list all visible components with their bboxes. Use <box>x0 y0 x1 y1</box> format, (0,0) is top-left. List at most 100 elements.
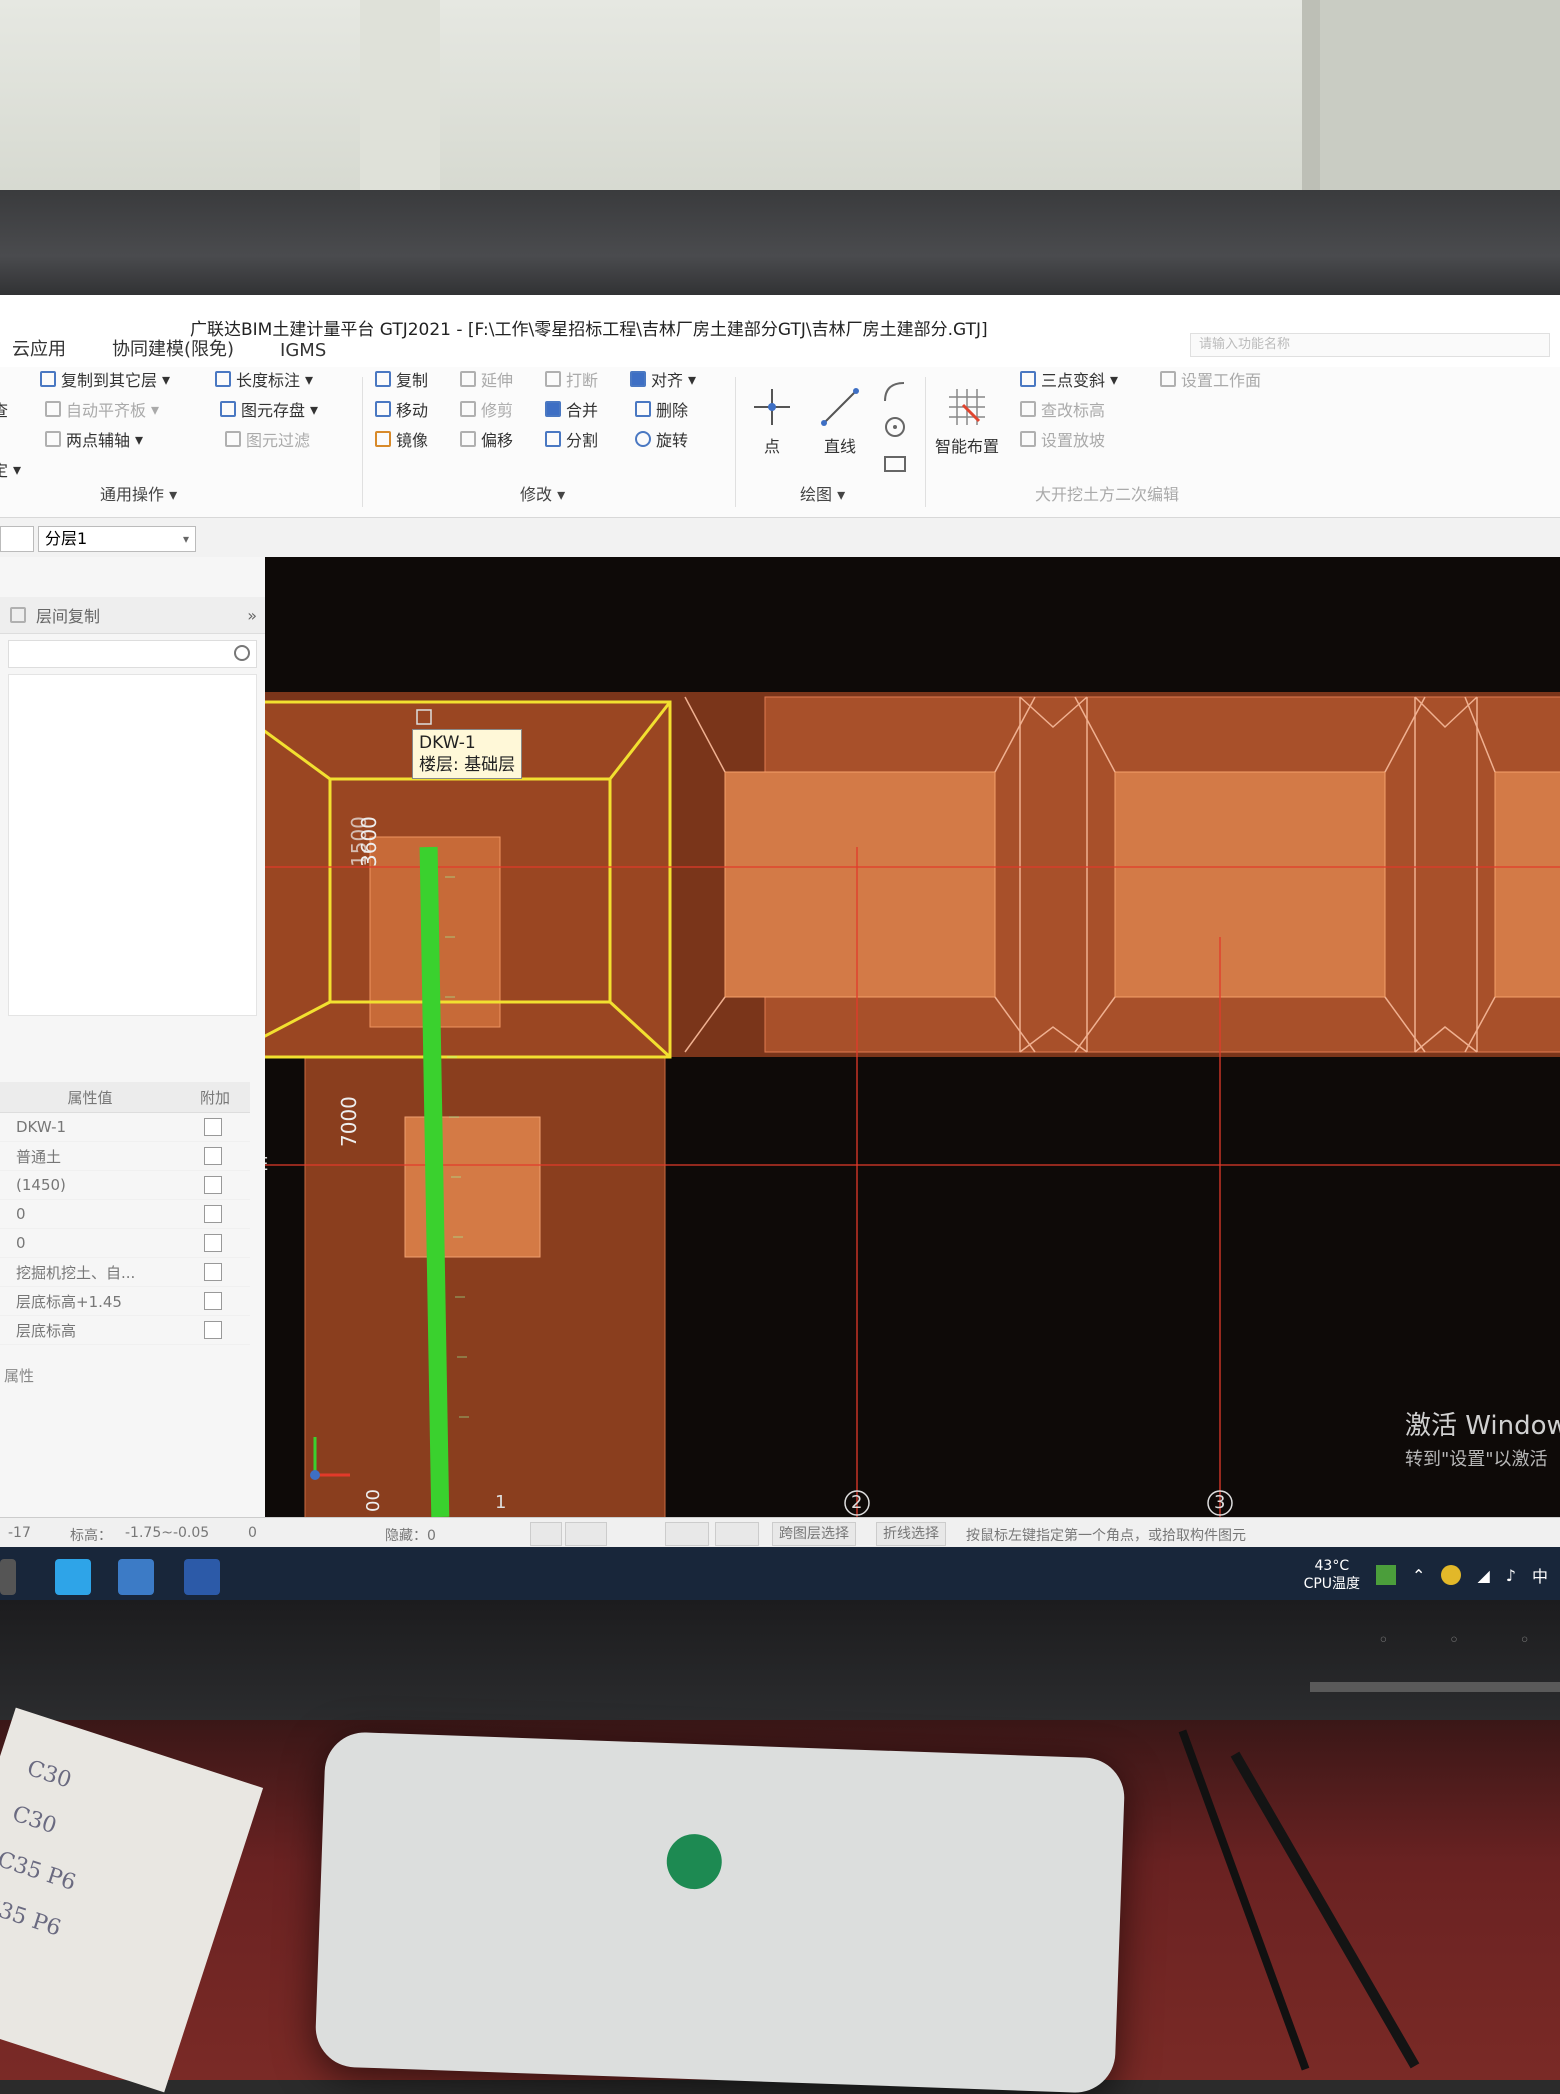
group-draw-label[interactable]: 绘图 ▾ <box>800 481 845 505</box>
tray-app-icon[interactable] <box>1376 1565 1397 1585</box>
ortho-toggle[interactable] <box>565 1522 607 1546</box>
tray-chevron-icon[interactable]: ⌃ <box>1412 1566 1425 1585</box>
split-button[interactable]: 分割 <box>545 427 598 451</box>
smart-layout-icon <box>949 389 985 425</box>
property-row[interactable]: 0 <box>0 1200 250 1229</box>
merge-button[interactable]: 合并 <box>545 397 598 421</box>
elevation-icon <box>1020 401 1036 417</box>
delete-button[interactable]: 删除 <box>635 397 688 421</box>
draw-mode-toggle[interactable] <box>665 1522 709 1546</box>
save-icon <box>220 401 236 417</box>
set-slope-icon <box>1020 431 1036 447</box>
attach-checkbox[interactable] <box>204 1147 222 1165</box>
polyline-select-button[interactable]: 折线选择 <box>876 1522 946 1546</box>
attach-checkbox[interactable] <box>204 1263 222 1281</box>
status-hint: 按鼠标左键指定第一个角点，或拾取构件图元 <box>966 1528 1246 1544</box>
property-header: 属性值 附加 <box>0 1082 250 1113</box>
dimension-side-label: 7000 <box>337 1096 361 1147</box>
drawing-canvas[interactable]: DKW-1 楼层: 基础层 36001500 7000 00 F E 1 2 3… <box>265 557 1560 1517</box>
snap-toggle[interactable] <box>530 1522 562 1546</box>
pit-bottom-3[interactable] <box>1494 771 1560 998</box>
copy-between-floors-button[interactable]: 层间复制 <box>36 603 100 627</box>
model-drawing[interactable] <box>265 557 1560 1517</box>
property-row[interactable]: (1450) <box>0 1171 250 1200</box>
point-icon <box>754 389 790 425</box>
pit-bottom-1[interactable] <box>724 771 996 998</box>
property-row[interactable]: 普通土 <box>0 1142 250 1171</box>
property-row[interactable]: 挖掘机挖土、自... <box>0 1258 250 1287</box>
copy-button[interactable]: 复制 <box>375 367 428 391</box>
length-dim-icon <box>215 371 231 387</box>
attach-checkbox[interactable] <box>204 1176 222 1194</box>
draw-shape-icons[interactable] <box>880 377 910 477</box>
extend-button[interactable]: 延伸 <box>460 367 513 391</box>
property-row[interactable]: DKW-1 <box>0 1113 250 1142</box>
draw-point-button[interactable]: 点 <box>752 387 792 457</box>
trim-button[interactable]: 修剪 <box>460 397 513 421</box>
mirror-button[interactable]: 镜像 <box>375 427 428 451</box>
element-filter-button[interactable]: 图元过滤 <box>225 427 310 451</box>
ime-indicator[interactable]: 中 <box>1532 1563 1548 1587</box>
pit-bottom-2[interactable] <box>1114 771 1386 998</box>
cross-layer-select-button[interactable]: 跨图层选择 <box>772 1522 856 1546</box>
axis-label-3: 3 <box>1214 1492 1226 1513</box>
component-panel: 层间复制 » 属性值 附加 DKW-1 普通土 (1450) 0 0 挖掘机挖土… <box>0 557 266 1517</box>
slope-icon <box>1020 371 1036 387</box>
smart-layout-button[interactable]: 智能布置 <box>935 387 999 457</box>
attach-checkbox[interactable] <box>204 1292 222 1310</box>
taskbar-app-display-icon[interactable] <box>118 1559 154 1595</box>
elevation-label: 标高： <box>70 1528 112 1544</box>
function-search-input[interactable]: 请输入功能名称 <box>1190 333 1550 357</box>
ribbon-left-cut-1[interactable]: 查 <box>0 397 8 421</box>
taskbar-app-partial[interactable] <box>0 1559 16 1595</box>
attach-checkbox[interactable] <box>204 1205 222 1223</box>
offset-button[interactable]: 偏移 <box>460 427 513 451</box>
auto-flat-slab-button[interactable]: 自动平齐板 ▾ <box>45 397 159 421</box>
element-save-button[interactable]: 图元存盘 ▾ <box>220 397 318 421</box>
set-workplane-button[interactable]: 设置工作面 <box>1160 367 1261 391</box>
property-row[interactable]: 0 <box>0 1229 250 1258</box>
line-mode-toggle[interactable] <box>715 1522 759 1546</box>
copy-icon <box>375 371 391 387</box>
dimension-top-label: 3600 1500 <box>347 816 381 867</box>
ribbon-left-cut-2[interactable]: 定 ▾ <box>0 457 21 481</box>
layer-dropdown[interactable]: 分层1 <box>38 526 196 552</box>
menu-cloud-apps[interactable]: 云应用 <box>12 335 66 367</box>
set-slope-button[interactable]: 设置放坡 <box>1020 427 1105 451</box>
copy-to-other-floor-button[interactable]: 复制到其它层 ▾ <box>40 367 170 391</box>
volume-icon[interactable]: ♪ <box>1506 1566 1516 1585</box>
property-row[interactable]: 层底标高 <box>0 1316 250 1345</box>
attach-checkbox[interactable] <box>204 1321 222 1339</box>
three-point-slope-button[interactable]: 三点变斜 ▾ <box>1020 367 1118 391</box>
move-button[interactable]: 移动 <box>375 397 428 421</box>
delete-icon <box>635 401 651 417</box>
align-button[interactable]: 对齐 ▾ <box>630 367 696 391</box>
activation-watermark-sub: 转到"设置"以激活 <box>1405 1449 1548 1470</box>
attach-checkbox[interactable] <box>204 1118 222 1136</box>
auto-flat-icon <box>45 401 61 417</box>
group-excavation-label: 大开挖土方二次编辑 <box>1035 485 1180 504</box>
menu-igms[interactable]: IGMS <box>280 340 326 367</box>
floor-dropdown[interactable] <box>0 526 34 552</box>
draw-line-button[interactable]: 直线 <box>820 387 860 457</box>
network-icon[interactable]: ◢ <box>1477 1566 1489 1585</box>
wall-pillar <box>360 0 440 200</box>
rotate-button[interactable]: 旋转 <box>635 427 688 451</box>
panel-expand-icon[interactable]: » <box>247 606 257 625</box>
taskbar-app-gtj-icon[interactable] <box>184 1559 220 1595</box>
component-search-input[interactable] <box>8 640 257 668</box>
attach-checkbox[interactable] <box>204 1234 222 1252</box>
two-point-axis-button[interactable]: 两点辅轴 ▾ <box>45 427 143 451</box>
group-modify-label[interactable]: 修改 ▾ <box>520 481 565 505</box>
elevation-value: -1.75~-0.05 <box>125 1525 210 1541</box>
line-icon <box>821 388 859 426</box>
property-row[interactable]: 层底标高+1.45 <box>0 1287 250 1316</box>
white-device <box>314 1731 1126 2094</box>
tray-status-icon[interactable] <box>1441 1565 1462 1585</box>
check-elevation-button[interactable]: 查改标高 <box>1020 397 1105 421</box>
taskbar-app-t-icon[interactable] <box>55 1559 91 1595</box>
break-button[interactable]: 打断 <box>545 367 598 391</box>
group-general-label[interactable]: 通用操作 ▾ <box>100 481 177 505</box>
length-dim-button[interactable]: 长度标注 ▾ <box>215 367 313 391</box>
component-tree[interactable] <box>8 674 257 1016</box>
